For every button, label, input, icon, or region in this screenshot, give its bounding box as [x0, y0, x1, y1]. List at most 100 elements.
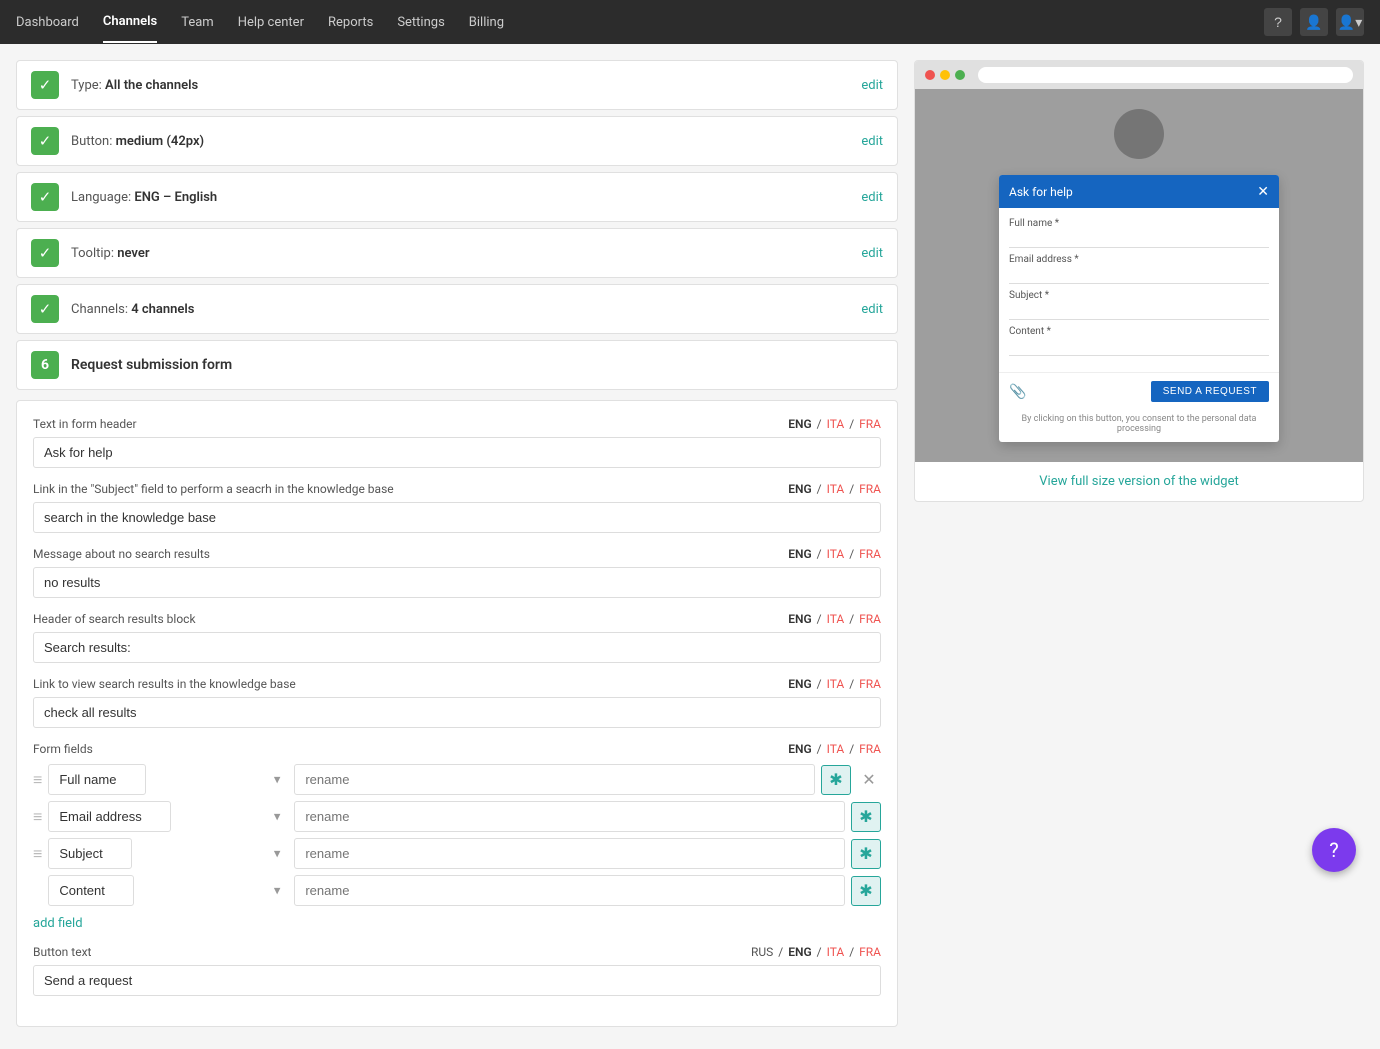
- input-no-results[interactable]: [33, 567, 881, 598]
- lang-eng-form-fields[interactable]: ENG: [788, 742, 811, 756]
- required-btn-content[interactable]: ✱: [851, 876, 881, 906]
- input-view-results[interactable]: [33, 697, 881, 728]
- drag-handle-email[interactable]: ≡: [33, 807, 42, 827]
- dot-green: [955, 70, 965, 80]
- lang-eng-header[interactable]: ENG: [788, 417, 811, 431]
- preview-box: Ask for help ✕ Full name * Email address…: [914, 60, 1364, 502]
- lang-fra-form-fields[interactable]: FRA: [859, 742, 881, 756]
- lang-fra-button-text[interactable]: FRA: [859, 945, 881, 959]
- input-subject-link[interactable]: [33, 502, 881, 533]
- edit-link-tooltip[interactable]: edit: [861, 246, 883, 261]
- lang-ita-view-results[interactable]: ITA: [827, 677, 845, 691]
- field-select-wrap-email: Email address: [48, 801, 288, 832]
- dot-red: [925, 70, 935, 80]
- user-icon-btn[interactable]: 👤: [1300, 8, 1328, 36]
- widget-consent: By clicking on this button, you consent …: [999, 410, 1279, 442]
- lang-eng-button-text[interactable]: ENG: [788, 945, 811, 959]
- edit-link-type[interactable]: edit: [861, 78, 883, 93]
- nav-reports[interactable]: Reports: [328, 3, 373, 42]
- remove-btn-fullname[interactable]: ✕: [857, 768, 881, 792]
- required-btn-fullname[interactable]: ✱: [821, 765, 851, 795]
- lang-rus-button-text[interactable]: RUS: [751, 945, 773, 959]
- widget-field-content: Content *: [1009, 326, 1269, 356]
- floating-widget-btn[interactable]: ?: [1312, 828, 1356, 872]
- field-select-subject[interactable]: Subject: [48, 838, 132, 869]
- input-search-header[interactable]: [33, 632, 881, 663]
- lang-fra-search-header[interactable]: FRA: [859, 612, 881, 626]
- required-btn-email[interactable]: ✱: [851, 802, 881, 832]
- account-icon-btn[interactable]: 👤▾: [1336, 8, 1364, 36]
- lang-ita-subject[interactable]: ITA: [827, 482, 845, 496]
- field-row-subject: ≡ Subject ✱: [33, 838, 881, 869]
- nav-settings[interactable]: Settings: [397, 3, 444, 42]
- left-col: ✓ Type: All the channels edit ✓ Button: …: [16, 60, 898, 1033]
- lang-eng-search-header[interactable]: ENG: [788, 612, 811, 626]
- lang-fra-subject[interactable]: FRA: [859, 482, 881, 496]
- lang-eng-view-results[interactable]: ENG: [788, 677, 811, 691]
- lang-ita-no-results[interactable]: ITA: [827, 547, 845, 561]
- section-header: 6 Request submission form: [16, 340, 898, 390]
- drag-handle-subject[interactable]: ≡: [33, 844, 42, 864]
- lang-eng-no-results[interactable]: ENG: [788, 547, 811, 561]
- field-select-content[interactable]: Content: [48, 875, 134, 906]
- preview-screen: Ask for help ✕ Full name * Email address…: [915, 89, 1363, 462]
- preview-browser-bar: [915, 61, 1363, 89]
- rename-input-fullname[interactable]: [294, 764, 815, 795]
- view-full-link[interactable]: View full size version of the widget: [915, 462, 1363, 501]
- attach-icon[interactable]: 📎: [1009, 384, 1026, 400]
- input-button-text[interactable]: [33, 965, 881, 996]
- lang-ita-button-text[interactable]: ITA: [827, 945, 845, 959]
- lang-links-form-fields: ENG / ITA / FRA: [788, 742, 881, 756]
- field-row-fullname: ≡ Full name ✱ ✕: [33, 764, 881, 795]
- edit-link-language[interactable]: edit: [861, 190, 883, 205]
- edit-link-channels[interactable]: edit: [861, 302, 883, 317]
- label-form-fields: Form fields: [33, 742, 93, 756]
- dot-yellow: [940, 70, 950, 80]
- setting-row-language: ✓ Language: ENG – English edit: [16, 172, 898, 222]
- lang-links-button-text: RUS / ENG / ITA / FRA: [751, 945, 881, 959]
- setting-row-tooltip: ✓ Tooltip: never edit: [16, 228, 898, 278]
- lang-ita-search-header[interactable]: ITA: [827, 612, 845, 626]
- field-select-email[interactable]: Email address: [48, 801, 171, 832]
- lang-fra-header[interactable]: FRA: [859, 417, 881, 431]
- widget-input-email[interactable]: [1009, 268, 1269, 284]
- check-icon-channels: ✓: [31, 295, 59, 323]
- required-btn-subject[interactable]: ✱: [851, 839, 881, 869]
- lang-eng-subject[interactable]: ENG: [788, 482, 811, 496]
- widget-input-fullname[interactable]: [1009, 232, 1269, 248]
- rename-input-subject[interactable]: [294, 838, 845, 869]
- field-select-fullname[interactable]: Full name: [48, 764, 146, 795]
- lang-ita-form-fields[interactable]: ITA: [827, 742, 845, 756]
- nav-channels[interactable]: Channels: [103, 2, 157, 43]
- field-row-content: ≡ Content ✱: [33, 875, 881, 906]
- widget-label-subject: Subject *: [1009, 290, 1269, 301]
- setting-row-button: ✓ Button: medium (42px) edit: [16, 116, 898, 166]
- add-field-link[interactable]: add field: [33, 916, 83, 931]
- lang-fra-no-results[interactable]: FRA: [859, 547, 881, 561]
- nav-help-center[interactable]: Help center: [238, 3, 304, 42]
- widget-send-btn[interactable]: SEND A REQUEST: [1151, 381, 1269, 402]
- rename-input-email[interactable]: [294, 801, 845, 832]
- check-icon-tooltip: ✓: [31, 239, 59, 267]
- right-col: Ask for help ✕ Full name * Email address…: [914, 60, 1364, 1033]
- widget-input-content[interactable]: [1009, 340, 1269, 356]
- edit-link-button[interactable]: edit: [861, 134, 883, 149]
- lang-ita-header[interactable]: ITA: [827, 417, 845, 431]
- widget-field-fullname: Full name *: [1009, 218, 1269, 248]
- rename-input-content[interactable]: [294, 875, 845, 906]
- field-select-wrap-fullname: Full name: [48, 764, 288, 795]
- field-select-wrap-content: Content: [48, 875, 288, 906]
- nav-dashboard[interactable]: Dashboard: [16, 3, 79, 42]
- widget-input-subject[interactable]: [1009, 304, 1269, 320]
- setting-label-tooltip: Tooltip: never: [71, 246, 861, 261]
- form-row-no-results: Message about no search results ENG / IT…: [33, 547, 881, 598]
- widget-close-btn[interactable]: ✕: [1257, 183, 1269, 200]
- lang-fra-view-results[interactable]: FRA: [859, 677, 881, 691]
- help-icon-btn[interactable]: ?: [1264, 8, 1292, 36]
- nav-team[interactable]: Team: [181, 3, 214, 42]
- label-text-form-header: Text in form header: [33, 417, 137, 431]
- drag-handle-fullname[interactable]: ≡: [33, 770, 42, 790]
- nav-billing[interactable]: Billing: [469, 3, 504, 42]
- lang-links-view-results: ENG / ITA / FRA: [788, 677, 881, 691]
- input-text-form-header[interactable]: [33, 437, 881, 468]
